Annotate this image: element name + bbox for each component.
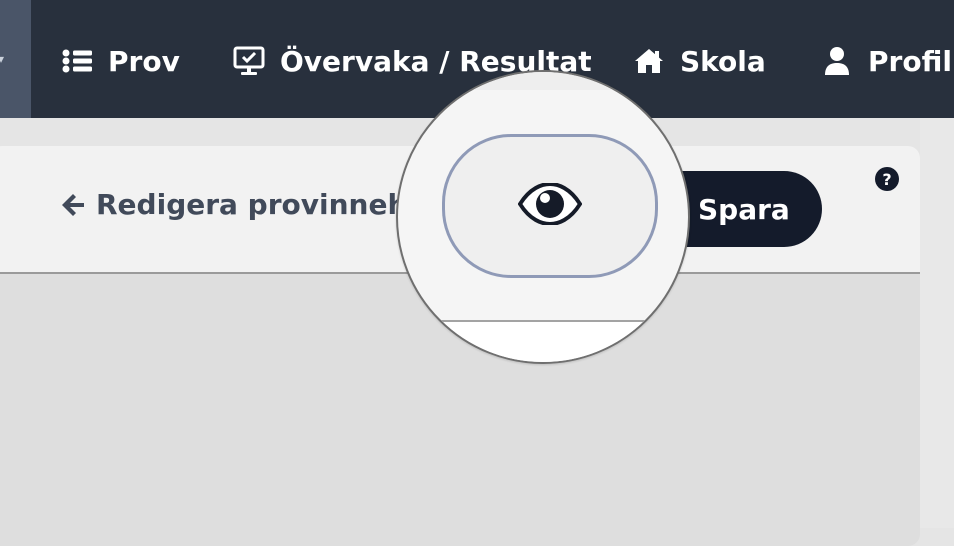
magnifier-background	[398, 72, 688, 90]
help-icon[interactable]: ?	[875, 167, 899, 191]
magnifier-lower-area	[398, 320, 688, 362]
user-icon	[820, 44, 854, 78]
nav-item-prov[interactable]: Prov	[60, 40, 180, 82]
eye-icon	[517, 181, 583, 229]
nav-item-label: Profil	[868, 44, 952, 78]
preview-button[interactable]	[442, 134, 658, 278]
back-link-label: Redigera provinnehå	[96, 188, 427, 221]
zoom-magnifier	[396, 70, 690, 364]
nav-item-label: Prov	[108, 44, 180, 78]
back-to-edit-content-link[interactable]: Redigera provinnehå	[58, 188, 426, 221]
chevron-left-icon: ▾	[0, 52, 5, 66]
nav-item-profil[interactable]: Profil	[820, 40, 952, 82]
nav-item-label: Skola	[680, 44, 766, 78]
sidebar-toggle[interactable]: ▾	[0, 0, 31, 118]
list-icon	[60, 44, 94, 78]
save-button-label: Spara	[698, 192, 790, 226]
monitor-check-icon	[232, 44, 266, 78]
help-symbol: ?	[882, 169, 892, 189]
arrow-left-icon	[58, 190, 88, 220]
page-gutter	[920, 118, 954, 528]
